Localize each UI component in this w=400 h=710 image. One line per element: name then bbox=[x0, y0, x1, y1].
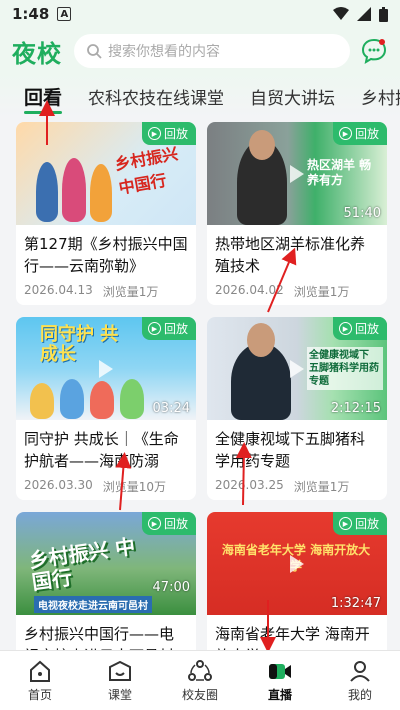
nav-label: 校友圈 bbox=[181, 687, 218, 702]
nav-label: 首页 bbox=[27, 687, 52, 702]
arrow-to-card3 bbox=[115, 452, 132, 511]
live-video-icon bbox=[269, 663, 291, 679]
nav-home[interactable]: 首页 bbox=[0, 651, 80, 710]
arrow-to-card4 bbox=[235, 442, 252, 506]
nav-label: 课堂 bbox=[107, 687, 132, 702]
alumni-circle-icon bbox=[188, 659, 212, 681]
nav-class[interactable]: 课堂 bbox=[80, 651, 160, 710]
nav-label: 我的 bbox=[347, 687, 372, 702]
profile-icon bbox=[350, 660, 370, 682]
home-icon bbox=[30, 660, 50, 682]
bottom-nav: 首页 课堂 校友圈 直播 我的 bbox=[0, 650, 400, 710]
classroom-icon bbox=[109, 660, 131, 681]
arrow-to-card2 bbox=[267, 247, 297, 313]
nav-alumni[interactable]: 校友圈 bbox=[160, 651, 240, 710]
nav-me[interactable]: 我的 bbox=[320, 651, 400, 710]
nav-label: 直播 bbox=[267, 687, 292, 702]
nav-live[interactable]: 直播 bbox=[240, 651, 320, 710]
annotation-arrows bbox=[39, 100, 297, 653]
